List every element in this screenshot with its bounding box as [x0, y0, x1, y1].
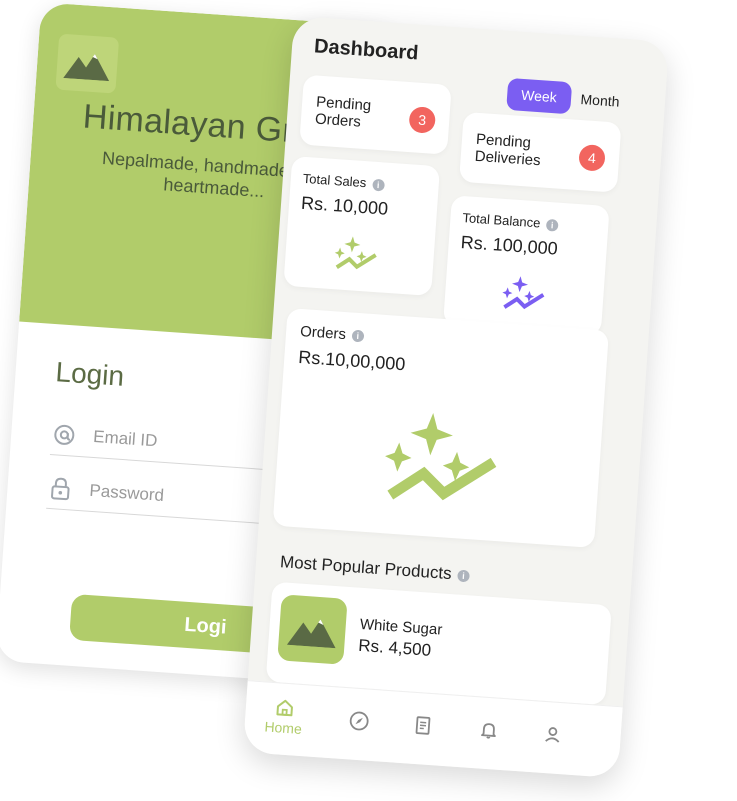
- sparkle-trend-icon: [502, 276, 545, 310]
- total-sales-label-text: Total Sales: [302, 170, 367, 191]
- total-balance-value: Rs. 100,000: [460, 231, 559, 259]
- logo: [55, 33, 120, 94]
- pending-orders-label-2: Orders: [314, 110, 362, 131]
- info-icon[interactable]: i: [371, 178, 385, 192]
- mountain-icon: [286, 619, 336, 649]
- password-placeholder: Password: [88, 480, 165, 505]
- receipt-icon: [415, 716, 431, 735]
- user-icon: [545, 727, 560, 743]
- tab-week[interactable]: Week: [506, 77, 572, 115]
- lock-icon: [47, 476, 75, 502]
- tab-month[interactable]: Month: [580, 91, 620, 110]
- period-toggle: Week Month: [506, 77, 621, 119]
- bell-icon: [481, 723, 496, 739]
- popular-products-title-text: Most Popular Products: [279, 552, 453, 584]
- total-balance-label-text: Total Balance: [462, 210, 541, 231]
- total-balance-card[interactable]: Total Balance i Rs. 100,000: [442, 195, 610, 336]
- pending-deliveries-label-2: Deliveries: [474, 147, 542, 170]
- email-placeholder: Email ID: [92, 426, 159, 451]
- at-sign-icon: [51, 423, 78, 447]
- mountain-icon: [63, 54, 110, 82]
- compass-icon: [349, 711, 369, 731]
- orders-card[interactable]: Orders i Rs.10,00,000: [272, 308, 610, 548]
- total-sales-label: Total Sales i: [302, 170, 385, 192]
- info-icon[interactable]: i: [351, 329, 365, 343]
- product-name: White Sugar: [359, 615, 443, 639]
- pending-orders-count: 3: [408, 106, 437, 134]
- info-icon[interactable]: i: [545, 218, 559, 232]
- nav-orders[interactable]: [412, 715, 433, 736]
- total-balance-label: Total Balance i: [462, 210, 559, 232]
- nav-notifications[interactable]: [478, 719, 499, 740]
- product-thumbnail: [277, 594, 348, 665]
- sparkle-trend-icon: [334, 236, 377, 270]
- pending-orders-card[interactable]: Pending Orders 3: [299, 74, 452, 155]
- home-icon: [276, 699, 293, 717]
- product-price: Rs. 4,500: [357, 635, 432, 660]
- nav-home-label: Home: [263, 718, 303, 738]
- total-sales-value: Rs. 10,000: [300, 192, 389, 219]
- popular-products-title: Most Popular Products i: [279, 552, 470, 585]
- orders-label: Orders i: [300, 323, 365, 344]
- nav-profile[interactable]: [542, 724, 563, 745]
- login-heading: Login: [54, 356, 126, 392]
- login-button-label: Logi: [183, 613, 228, 639]
- total-sales-card[interactable]: Total Sales i Rs. 10,000: [283, 156, 441, 297]
- nav-home[interactable]: Home: [263, 697, 304, 738]
- pending-deliveries-count: 4: [578, 144, 606, 172]
- orders-label-text: Orders: [299, 322, 347, 344]
- info-icon[interactable]: i: [457, 569, 470, 582]
- page-title: Dashboard: [313, 35, 420, 65]
- dashboard-screen: Dashboard Week Month Pending Orders 3 Pe…: [242, 15, 670, 779]
- sparkle-trend-icon: [385, 413, 497, 501]
- pending-deliveries-card[interactable]: Pending Deliveries 4: [459, 111, 622, 193]
- orders-value: Rs.10,00,000: [297, 346, 406, 375]
- nav-explore[interactable]: [348, 710, 369, 731]
